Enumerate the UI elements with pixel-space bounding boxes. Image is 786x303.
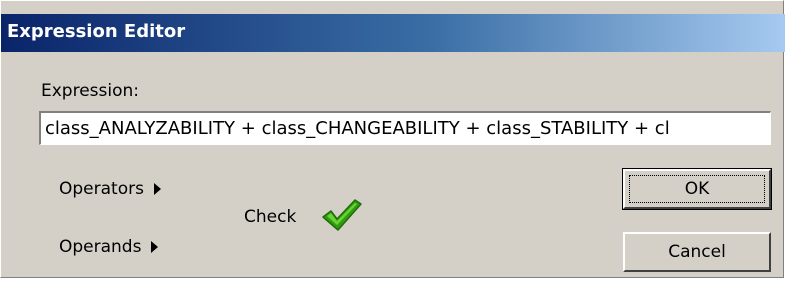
arrow-right-icon — [151, 241, 159, 253]
focus-rect — [629, 175, 765, 203]
arrow-right-icon — [153, 183, 161, 195]
expression-input[interactable] — [39, 111, 771, 145]
operators-menu[interactable]: Operators — [59, 179, 161, 199]
title-bar[interactable]: Expression Editor — [1, 14, 785, 52]
check-label[interactable]: Check — [244, 207, 296, 227]
ok-button[interactable]: OK — [622, 168, 772, 210]
window-title: Expression Editor — [7, 21, 186, 42]
cancel-button[interactable]: Cancel — [623, 232, 771, 272]
expression-label: Expression: — [41, 81, 140, 101]
operands-label: Operands — [59, 237, 142, 257]
operators-label: Operators — [59, 179, 144, 199]
expression-editor-dialog: Expression Editor Expression: Operators … — [0, 0, 785, 278]
operands-menu[interactable]: Operands — [59, 237, 159, 257]
cancel-button-label: Cancel — [668, 242, 726, 262]
checkmark-icon[interactable] — [319, 197, 363, 233]
